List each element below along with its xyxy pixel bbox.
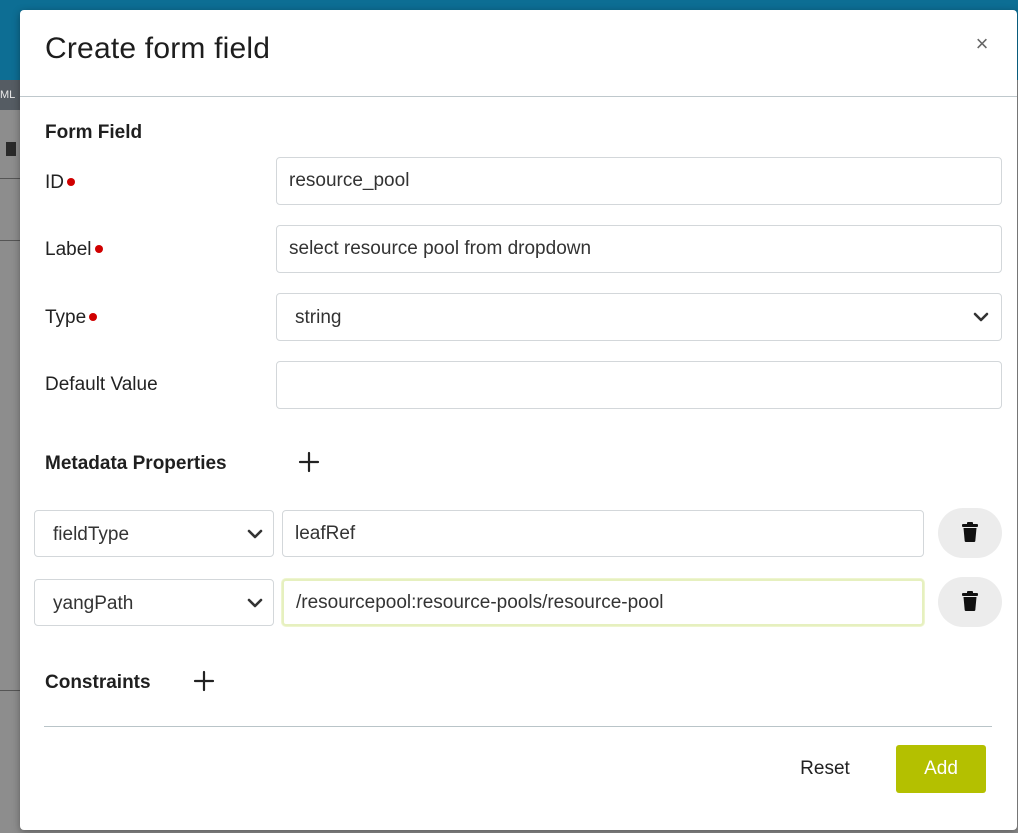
id-label-text: ID — [45, 172, 64, 193]
footer-divider — [44, 726, 992, 727]
metadata-properties-section-title: Metadata Properties — [45, 453, 227, 474]
form-field-section-title: Form Field — [45, 122, 143, 143]
background-divider — [0, 240, 20, 241]
label-input[interactable] — [276, 225, 1002, 273]
background-tab: ML — [0, 80, 20, 110]
background-divider — [0, 690, 20, 691]
metadata-key-select[interactable]: fieldType — [34, 510, 274, 557]
id-input[interactable] — [276, 157, 1002, 205]
required-indicator — [94, 244, 103, 253]
chevron-down-icon — [247, 598, 263, 607]
trash-icon — [962, 522, 978, 542]
chevron-down-icon — [973, 312, 989, 322]
type-select-value: string — [295, 307, 342, 328]
metadata-value-input[interactable] — [282, 579, 924, 626]
type-select[interactable]: string — [276, 293, 1002, 341]
label-label: Label — [45, 239, 103, 261]
label-label-text: Label — [45, 239, 92, 260]
type-label: Type — [45, 307, 98, 329]
required-indicator — [89, 312, 98, 321]
required-indicator — [67, 177, 75, 186]
close-icon[interactable]: × — [970, 32, 994, 56]
reset-button[interactable]: Reset — [780, 745, 870, 793]
background-marker — [6, 142, 16, 156]
type-label-text: Type — [45, 307, 87, 328]
constraints-section-title: Constraints — [45, 672, 151, 693]
default-value-label: Default Value — [45, 374, 158, 395]
delete-metadata-button[interactable] — [938, 577, 1002, 627]
background-divider — [0, 178, 20, 179]
trash-icon — [962, 591, 978, 611]
plus-icon[interactable] — [298, 451, 320, 473]
plus-icon[interactable] — [193, 670, 215, 692]
id-label: ID — [45, 172, 75, 194]
dialog-header: Create form field × — [20, 10, 1017, 97]
dialog-title: Create form field — [45, 32, 271, 65]
metadata-key-value: yangPath — [53, 593, 134, 614]
default-value-input[interactable] — [276, 361, 1002, 409]
delete-metadata-button[interactable] — [938, 508, 1002, 558]
chevron-down-icon — [247, 529, 263, 538]
create-form-field-dialog: Create form field × Form Field ID Label … — [20, 10, 1017, 830]
metadata-value-input[interactable] — [282, 510, 924, 557]
metadata-key-select[interactable]: yangPath — [34, 579, 274, 626]
add-button[interactable]: Add — [896, 745, 986, 793]
metadata-key-value: fieldType — [53, 524, 130, 545]
